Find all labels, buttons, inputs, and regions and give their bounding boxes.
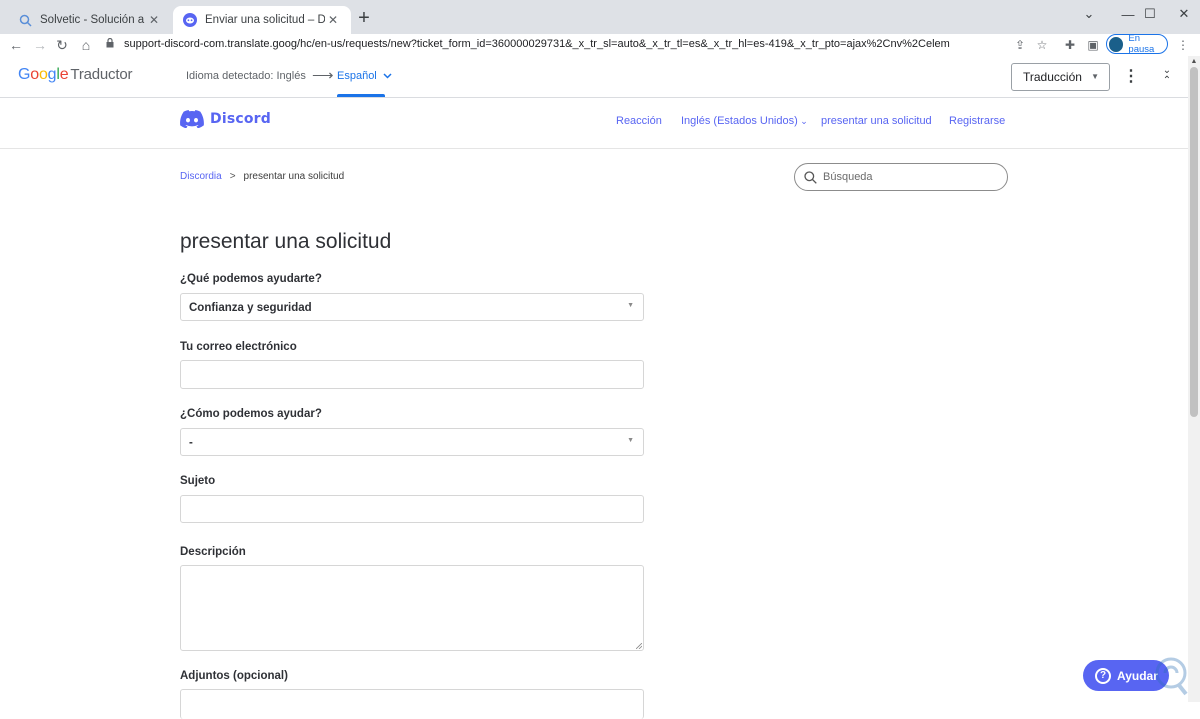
search-input[interactable]: Búsqueda [794,163,1008,191]
breadcrumb-current: presentar una solicitud [243,171,345,182]
nav-language[interactable]: Inglés (Estados Unidos) ⌄ [681,115,808,127]
chevron-down-icon [383,73,392,79]
scrollbar-thumb[interactable] [1190,67,1198,417]
google-logo-word: Google [18,66,69,83]
search-placeholder: Búsqueda [823,171,873,183]
tab-title: Solvetic - Solución a los problem [40,14,146,26]
discord-header: Discord Reacción Inglés (Estados Unidos)… [0,98,1188,149]
back-arrow-icon[interactable]: ← [6,35,26,55]
url-text: support-discord-com.translate.goog/hc/en… [124,38,950,50]
share-icon[interactable]: ⇪ [1010,35,1030,55]
home-icon[interactable]: ⌂ [76,35,96,55]
how-help-select[interactable]: - ▼ [180,428,644,456]
breadcrumb-separator: > [229,171,236,182]
google-translate-logo: Google Traductor [18,66,132,84]
more-options-icon[interactable]: ⋮ [1123,68,1139,86]
reload-icon[interactable]: ↻ [52,35,72,55]
page-title: presentar una solicitud [180,230,392,253]
collapse-icon[interactable]: ⌄ ⌃ [1158,66,1176,88]
how-help-value: - [189,437,193,449]
tab-solvetic[interactable]: Solvetic - Solución a los problem ✕ [8,6,172,34]
active-tab-indicator [337,94,385,97]
translation-mode-select[interactable]: Traducción ▼ [1011,63,1110,91]
close-tab-icon[interactable]: ✕ [146,13,162,27]
target-language-label: Español [337,70,377,82]
translate-bar: Google Traductor Idioma detectado: Inglés… [0,56,1188,98]
resize-handle-icon[interactable] [636,643,642,649]
nav-submit-request[interactable]: presentar una solicitud [821,115,932,127]
help-topic-value: Confianza y seguridad [189,302,312,314]
how-help-label: ¿Cómo podemos ayudar? [180,408,322,420]
search-icon [18,13,32,27]
search-icon [804,170,817,184]
solvetic-logo-icon [1155,657,1188,696]
profile-chip[interactable]: En pausa [1106,33,1168,55]
help-topic-label: ¿Qué podemos ayudarte? [180,273,322,285]
caret-down-icon: ▼ [1091,72,1099,81]
target-language-tab[interactable]: Español [337,70,392,82]
star-icon[interactable]: ☆ [1032,35,1052,55]
attachments-dropzone[interactable] [180,689,644,719]
nav-sign-in[interactable]: Registrarse [949,115,1005,127]
tab-discord-request[interactable]: Enviar una solicitud – Discordia ✕ [173,6,351,34]
forward-arrow-icon[interactable]: → [30,35,50,55]
extensions-puzzle-icon[interactable]: ✚ [1060,35,1080,55]
question-mark-icon: ? [1095,667,1111,684]
more-menu-icon[interactable]: ⋮ [1173,35,1193,55]
nav-reaction[interactable]: Reacción [616,115,662,127]
help-topic-select[interactable]: Confianza y seguridad ▼ [180,293,644,321]
detected-language[interactable]: Idioma detectado: Inglés [186,70,306,82]
discord-logo[interactable]: Discord [180,110,271,128]
chevron-down-icon[interactable]: ⌄ [1067,0,1111,28]
subject-field[interactable] [180,495,644,523]
new-tab-plus-icon[interactable]: + [355,8,373,28]
discord-wordmark: Discord [210,111,271,127]
nav-language-label: Inglés (Estados Unidos) [681,115,798,127]
breadcrumb-root[interactable]: Discordia [180,171,222,182]
lock-icon [106,37,114,51]
email-label: Tu correo electrónico [180,341,297,353]
scroll-up-arrow-icon[interactable]: ▲ [1189,58,1199,66]
email-field[interactable] [180,360,644,389]
attachments-label: Adjuntos (opcional) [180,670,288,682]
translate-product-name: Traductor [70,66,133,83]
caret-down-icon: ▼ [627,437,634,444]
browser-toolbar: ← → ↻ ⌂ support-discord-com.translate.go… [0,33,1200,56]
description-label: Descripción [180,546,246,558]
profile-status: En pausa [1128,33,1155,55]
discord-icon [183,13,197,27]
close-tab-icon[interactable]: ✕ [325,13,341,27]
close-window-icon[interactable]: ✕ [1162,0,1200,28]
tab-title: Enviar una solicitud – Discordia [205,14,325,26]
arrow-right-icon: ⟶ [312,67,334,84]
tab-strip: Solvetic - Solución a los problem ✕ Envi… [0,0,1200,34]
address-bar[interactable]: support-discord-com.translate.goog/hc/en… [100,34,1060,54]
translation-mode-value: Traducción [1023,70,1082,84]
avatar [1109,36,1124,52]
discord-icon [180,110,204,128]
subject-label: Sujeto [180,475,216,487]
side-panel-icon[interactable]: ▣ [1083,35,1103,55]
description-textarea[interactable] [180,565,644,651]
chevron-down-icon: ⌄ [797,116,808,126]
caret-down-icon: ▼ [627,302,634,309]
breadcrumb: Discordia > presentar una solicitud [180,171,344,182]
